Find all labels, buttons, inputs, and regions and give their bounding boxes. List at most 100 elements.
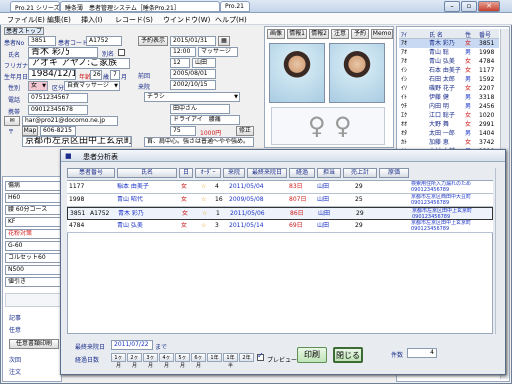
item-field[interactable]: 花粉対策 <box>5 229 61 239</box>
star-icon[interactable]: ☆ <box>201 222 206 230</box>
star-icon[interactable]: ☆ <box>201 183 206 191</box>
col-sales[interactable]: 売上計 <box>343 168 377 178</box>
col-name[interactable]: 氏名 <box>117 168 177 178</box>
list-item[interactable]: ｲﾄ 伊藤 健 男 3318 <box>399 93 499 102</box>
col-cost[interactable]: 原価 <box>379 168 409 178</box>
birth-date[interactable]: 1984/12/19 <box>28 69 76 80</box>
tab-info1[interactable]: 情報1 <box>287 29 307 39</box>
col-visits[interactable]: 来院 <box>223 168 245 178</box>
menu-insert[interactable]: 挿入(I) <box>78 14 106 26</box>
star-icon[interactable]: ☆ <box>201 196 206 204</box>
item-field[interactable]: 腰 60分コース <box>5 205 61 215</box>
staff-no[interactable]: 12 <box>170 58 190 68</box>
table-row[interactable]: 4784 青山 弘美 女 3 2011/05/14 69日 山田 29 ☆ 京都市左京区田中上玄京… <box>67 220 493 233</box>
maximize-icon[interactable]: ▫ <box>461 1 477 12</box>
col-day[interactable]: 日 <box>179 168 193 178</box>
email-field[interactable]: har@pro21@docomo.ne.jp <box>22 116 118 126</box>
patient-tag[interactable]: 患者ストップ <box>4 27 44 35</box>
address-line1[interactable]: 京都市左京区田中上玄京町 <box>22 136 132 147</box>
intro-field[interactable]: 田中さん <box>170 104 230 114</box>
tab-memo[interactable]: Memo <box>371 29 393 39</box>
print-button[interactable]: 印刷 <box>297 347 327 363</box>
zip-field[interactable]: 606-8215 <box>40 126 76 136</box>
app-tab-series[interactable]: Pro.21 シリーズ <box>10 1 60 12</box>
tab-notice[interactable]: 注意 <box>331 29 349 39</box>
list-item[interactable]: ｴｸ 江口 聡子 女 1020 <box>399 111 499 120</box>
tab-reserve[interactable]: 予約 <box>351 29 369 39</box>
mail-button[interactable]: ✉ <box>4 116 20 126</box>
body-chart[interactable]: ♀ ♀ <box>271 107 385 145</box>
alias-checkbox[interactable] <box>118 49 125 56</box>
item-field[interactable]: 値引き <box>5 277 61 287</box>
mobile-field[interactable]: 09012345678 <box>28 105 88 115</box>
range-button[interactable]: 5ヶ月 <box>175 353 190 369</box>
item-field[interactable]: KF <box>5 217 61 227</box>
patient-no[interactable]: 3851 <box>28 36 56 46</box>
map-button[interactable]: Map <box>22 126 38 136</box>
menu-record[interactable]: レコード(S) <box>112 14 156 26</box>
reason-select[interactable]: チラシ <box>144 92 240 102</box>
list-item[interactable]: ｵｵ 大野 舞 女 2991 <box>399 120 499 129</box>
range-button[interactable]: 6ヶ月 <box>191 353 206 369</box>
staff-name[interactable]: 山田 <box>192 58 216 68</box>
menu-file[interactable]: ファイル(E) <box>4 14 48 26</box>
menu-help[interactable]: ヘルプ(H) <box>212 14 250 26</box>
col-patient-no[interactable]: 患者番号 <box>67 168 115 178</box>
app-tab-system[interactable]: 睡条薄 患者管理システム［睡条Pro.21］ <box>60 1 220 12</box>
range-button[interactable]: 2年 <box>239 353 254 362</box>
course-field[interactable]: マッサージ <box>198 47 238 57</box>
range-button[interactable]: 1ヶ月 <box>111 353 126 369</box>
list-item[interactable]: ｲｼ 石本 由美子女 1177 <box>399 66 499 75</box>
memo-field[interactable]: 首、肩中心。強さは普通〜やや強め。 <box>144 137 254 147</box>
col-order[interactable]: ｵｰﾀﾞｰ <box>195 168 221 178</box>
patient-name[interactable]: 青木 彩乃 <box>28 47 98 58</box>
col-elapsed[interactable]: 経過 <box>289 168 315 178</box>
base-date-field[interactable]: 2011/07/22 <box>111 340 153 350</box>
tab-image[interactable]: 画像 <box>267 29 285 39</box>
list-item[interactable]: ｱｵ 青山 弘美 女 4784 <box>399 57 499 66</box>
menu-edit[interactable]: 編集(E) <box>44 14 74 26</box>
menu-window[interactable]: ウインドウ(W) <box>160 14 213 26</box>
app-tab-pro21[interactable]: Pro.21 <box>220 1 250 12</box>
col-last-visit[interactable]: 最終来院日 <box>247 168 287 178</box>
minimize-icon[interactable]: – <box>444 1 460 12</box>
range-button[interactable]: 2ヶ月 <box>127 353 142 369</box>
list-item[interactable]: ｵﾀ 太田 一郎 男 1404 <box>399 129 499 138</box>
close-icon[interactable]: ✕ <box>478 1 500 12</box>
gender-select[interactable]: 女 <box>28 81 48 91</box>
range-button[interactable]: 4ヶ月 <box>159 353 174 369</box>
reserve-display-button[interactable]: 予約表示 <box>138 36 168 46</box>
col-staff[interactable]: 担当 <box>317 168 341 178</box>
table-row[interactable]: 3851 A1752 青木 彩乃 女 1 2011/05/06 86日 山田 29 ☆ 京都市左京区… <box>67 207 493 220</box>
item-field[interactable]: N500 <box>5 265 61 275</box>
patient-kana[interactable]: アオキ アヤノ:ご家族 <box>28 58 130 69</box>
close-button[interactable]: 閉じる <box>333 347 363 363</box>
list-item[interactable]: ｲｼ 石田 太郎 男 1592 <box>399 75 499 84</box>
visit-date[interactable]: 2015/01/31 <box>170 36 216 46</box>
dialog-scrollbar[interactable] <box>495 168 503 334</box>
item-field[interactable]: 傷病 <box>5 181 61 191</box>
range-button[interactable]: 1年 <box>207 353 222 362</box>
item-field[interactable]: G-60 <box>5 241 61 251</box>
list-item[interactable]: ｲｿ 磯野 花子 女 2207 <box>399 84 499 93</box>
print-docs-button[interactable]: 任意書類印刷 <box>9 339 59 349</box>
symptom-field[interactable]: ドライアイ 腰痛 <box>170 115 240 125</box>
item-field[interactable]: コルセット60 <box>5 253 61 263</box>
item-field[interactable]: H60 <box>5 193 61 203</box>
calendar-icon[interactable]: ▦ <box>218 36 230 46</box>
list-item[interactable]: ｶﾄ 加藤 恵 女 3742 <box>399 138 499 147</box>
range-button[interactable]: 3ヶ月 <box>143 353 158 369</box>
list-item[interactable]: ｱｵ 青木 彩乃 女 3851 <box>399 39 499 48</box>
star-icon[interactable]: ☆ <box>202 210 207 218</box>
tel-field[interactable]: 0751234567 <box>28 93 88 103</box>
list-item[interactable]: ｳﾁ 内田 明 男 2456 <box>399 102 499 111</box>
patient-code[interactable]: A1752 <box>86 36 122 46</box>
patient-photo-2[interactable] <box>329 43 385 103</box>
table-row[interactable]: 1177 稲本 由美子 女 4 2011/05/04 83日 山田 29 ☆ 検索用住所入力漏れの… <box>67 181 493 194</box>
tab-info2[interactable]: 情報2 <box>309 29 329 39</box>
type-select[interactable]: 自費マッサージ <box>64 81 120 91</box>
list-item[interactable]: ｱｵ 青山 聡 男 1998 <box>399 48 499 57</box>
table-row[interactable]: 1998 青山 昭代 女 16 2009/05/08 807日 山田 25 ☆ 京都市左京区西田中… <box>67 194 493 207</box>
visit-time[interactable]: 12:00 <box>170 47 196 57</box>
modify-button[interactable]: 修正 <box>236 126 254 136</box>
